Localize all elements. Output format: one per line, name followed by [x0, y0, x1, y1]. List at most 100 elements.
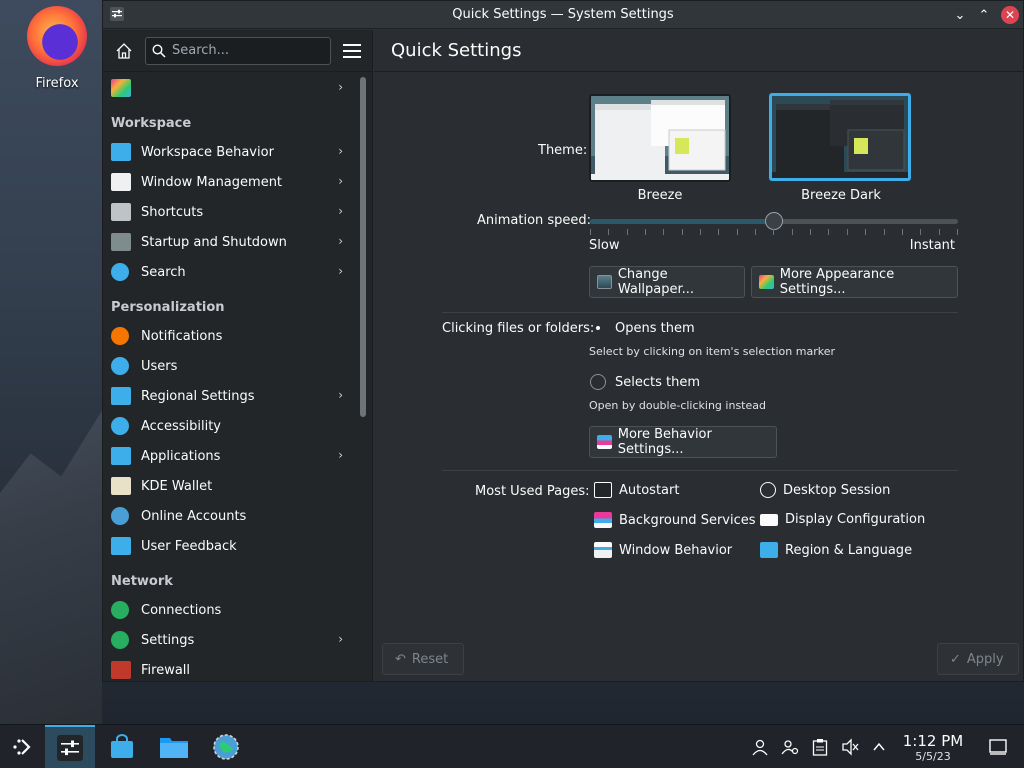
option-selects-them-label[interactable]: Selects them [615, 375, 700, 390]
most-used-item-label: Autostart [619, 482, 680, 498]
minimize-button[interactable]: ⌄ [951, 6, 969, 24]
animation-speed-slider[interactable] [590, 212, 958, 230]
users-icon [111, 357, 129, 375]
sidebar-scrollbar[interactable] [360, 77, 366, 417]
chevron-up-icon[interactable] [869, 737, 889, 757]
reset-button[interactable]: ↶ Reset [382, 643, 464, 675]
sidebar-item-users[interactable]: Users [103, 351, 355, 381]
slider-tick [590, 229, 591, 235]
most-used-desktop-session[interactable]: Desktop Session [760, 482, 890, 498]
chevron-right-icon: › [338, 234, 343, 248]
sidebar-item-label: Online Accounts [141, 508, 247, 524]
chevron-right-icon: › [338, 144, 343, 158]
clock[interactable]: 1:12 PM 5/5/23 [898, 732, 968, 763]
option-opens-them-label[interactable]: Opens them [615, 321, 695, 336]
main-panel: Quick Settings Theme: Breeze Breeze Dark… [374, 30, 1023, 681]
chevron-right-icon: › [338, 448, 343, 462]
sidebar-item-regional-settings[interactable]: Regional Settings › [103, 381, 355, 411]
sidebar-item-accessibility[interactable]: Accessibility [103, 411, 355, 441]
sidebar-item-search[interactable]: Search › [103, 257, 355, 287]
button-label: Change Wallpaper... [617, 267, 695, 297]
user-switch-icon[interactable] [780, 737, 800, 757]
most-used-background-services[interactable]: Background Services [594, 512, 756, 528]
sidebar-item-firewall[interactable]: Firewall [103, 655, 355, 681]
sidebar-item-settings[interactable]: Settings › [103, 625, 355, 655]
sidebar-item-workspace-behavior[interactable]: Workspace Behavior › [103, 137, 355, 167]
firefox-icon [27, 6, 87, 66]
application-launcher[interactable] [0, 725, 44, 768]
slider-min-label: Slow [589, 238, 620, 253]
slider-tick [883, 229, 885, 235]
sidebar-item-shortcuts[interactable]: Shortcuts › [103, 197, 355, 227]
sidebar-item-label: Notifications [141, 328, 223, 344]
wallpaper-mountain [0, 410, 102, 724]
sidebar-item-kde-wallet[interactable]: KDE Wallet [103, 471, 355, 501]
sidebar-item-connections[interactable]: Connections [103, 595, 355, 625]
more-appearance-settings-button[interactable]: More Appearance Settings... [751, 266, 958, 298]
user-icon[interactable] [750, 737, 770, 757]
theme-thumbnail-breeze[interactable] [589, 94, 731, 182]
sidebar-item-window-management[interactable]: Window Management › [103, 167, 355, 197]
sidebar-item-label: Workspace Behavior [141, 144, 274, 160]
breeze-dark-preview [772, 96, 908, 178]
more-behavior-settings-button[interactable]: More Behavior Settings... [589, 426, 777, 458]
divider [442, 312, 958, 313]
hamburger-menu-button[interactable] [343, 42, 361, 60]
slider-fill [590, 219, 774, 224]
sidebar-item-notifications[interactable]: Notifications [103, 321, 355, 351]
theme-thumbnail-breeze-dark[interactable] [769, 93, 911, 181]
most-used-autostart[interactable]: Autostart [594, 482, 679, 498]
taskbar-system-settings[interactable] [45, 725, 95, 768]
accessibility-icon [111, 417, 129, 435]
slider-tick [810, 229, 812, 235]
slider-tick [920, 229, 922, 235]
change-wallpaper-button[interactable]: Change Wallpaper... [589, 266, 745, 298]
radio-selects-them[interactable] [590, 374, 606, 390]
sidebar-item-appearance[interactable]: › [103, 73, 355, 103]
radio-opens-them[interactable] [590, 320, 606, 336]
most-used-item-label: Display Configuration [785, 512, 926, 527]
clipboard-icon[interactable] [810, 737, 830, 757]
slider-tick [645, 229, 647, 235]
titlebar[interactable]: Quick Settings — System Settings ⌄ ⌃ ✕ [103, 1, 1023, 29]
search-icon [111, 263, 129, 281]
slider-ticks [590, 229, 958, 235]
sidebar-toolbar [103, 30, 372, 72]
firewall-icon [111, 661, 131, 679]
sidebar-item-online-accounts[interactable]: Online Accounts [103, 501, 355, 531]
divider [442, 470, 958, 471]
search-input[interactable] [172, 43, 322, 58]
settings-app-icon[interactable] [110, 7, 124, 21]
slider-tick [626, 229, 628, 235]
show-desktop-icon[interactable] [988, 737, 1008, 757]
undo-icon: ↶ [395, 651, 406, 667]
most-used-item-label: Window Behavior [619, 542, 733, 558]
desktop-icon-firefox[interactable]: Firefox [14, 6, 100, 91]
most-used-region-language[interactable]: Region & Language [760, 542, 912, 558]
button-label: More Appearance Settings... [779, 267, 895, 297]
search-field[interactable] [145, 36, 331, 65]
slider-handle[interactable] [765, 212, 783, 230]
volume-muted-icon[interactable] [840, 737, 860, 757]
apply-button[interactable]: ✓ Apply [937, 643, 1019, 675]
sidebar-item-applications[interactable]: Applications › [103, 441, 355, 471]
feedback-icon [111, 537, 131, 555]
button-label: Apply [966, 651, 1004, 667]
slider-tick [681, 229, 683, 235]
applications-icon [111, 447, 131, 465]
wallpaper-icon [597, 275, 612, 289]
sidebar-item-user-feedback[interactable]: User Feedback [103, 531, 355, 561]
home-button[interactable] [111, 38, 137, 64]
sidebar-item-label: Users [141, 358, 178, 374]
taskbar-browser[interactable] [201, 725, 251, 768]
maximize-button[interactable]: ⌃ [975, 6, 993, 24]
taskbar-discover[interactable] [97, 725, 147, 768]
most-used-window-behavior[interactable]: Window Behavior [594, 542, 732, 558]
shopping-bag-icon [111, 734, 133, 758]
taskbar-dolphin[interactable] [149, 725, 199, 768]
sidebar-item-label: Applications [141, 448, 221, 464]
slider-tick [755, 229, 757, 235]
sidebar-item-startup-and-shutdown[interactable]: Startup and Shutdown › [103, 227, 355, 257]
close-button[interactable]: ✕ [1001, 6, 1019, 24]
most-used-display-configuration[interactable]: Display Configuration [760, 512, 925, 527]
